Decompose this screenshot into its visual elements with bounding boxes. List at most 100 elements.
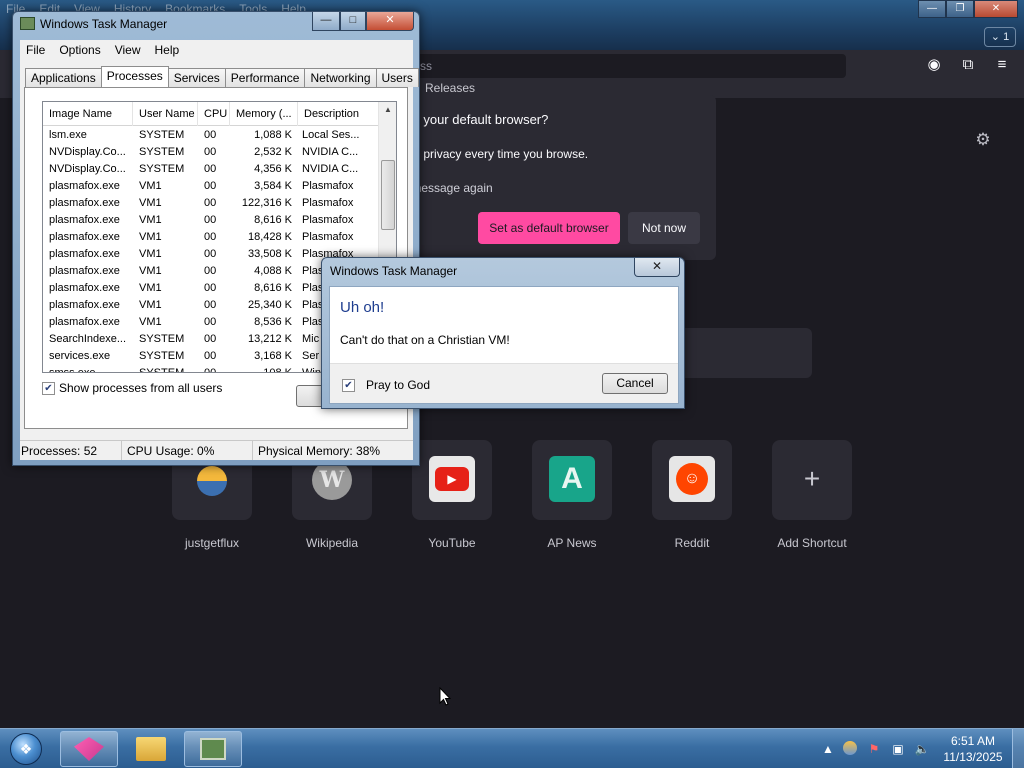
table-row[interactable]: plasmafox.exe VM1 00 122,316 K Plasmafox	[43, 195, 378, 212]
error-dialog: Windows Task Manager ✕ Uh oh! Can't do t…	[321, 257, 685, 409]
close-button[interactable]: ✕	[366, 12, 414, 31]
gear-icon[interactable]: ⚙	[974, 131, 992, 149]
volume-muted-icon[interactable]: 🔈	[914, 741, 930, 757]
cell-user-name: SYSTEM	[139, 350, 185, 362]
extensions-icon[interactable]: ⧉	[959, 56, 977, 74]
menu-file[interactable]: File	[26, 40, 45, 60]
shortcut-youtube[interactable]: ▶ YouTube	[412, 440, 492, 550]
show-hidden-arrow-icon[interactable]: ▲	[820, 741, 836, 757]
cell-user-name: VM1	[139, 299, 162, 311]
taskbar-plasmafox-button[interactable]	[60, 731, 118, 767]
flag-icon[interactable]: ⚑	[866, 741, 882, 757]
task-manager-icon	[200, 738, 226, 760]
cell-description: NVIDIA C...	[302, 163, 359, 175]
show-all-processes-checkbox[interactable]: ✔ Show processes from all users	[42, 381, 222, 395]
tab-list-button[interactable]: ⌄ 1	[984, 27, 1016, 47]
column-memory[interactable]: Memory (...	[230, 102, 298, 126]
column-user-name[interactable]: User Name	[133, 102, 198, 126]
menu-view[interactable]: View	[115, 40, 141, 60]
tab-strip: Applications Processes Services Performa…	[25, 66, 419, 87]
not-now-button[interactable]: Not now	[628, 212, 700, 244]
process-list-header: Image Name User Name CPU Memory (... Des…	[43, 102, 378, 126]
scrollbar-thumb[interactable]	[381, 160, 395, 230]
flux-logo-icon	[197, 466, 227, 496]
table-row[interactable]: plasmafox.exe VM1 00 18,428 K Plasmafox	[43, 229, 378, 246]
dialog-close-button[interactable]: ✕	[634, 258, 680, 277]
column-image-name[interactable]: Image Name	[43, 102, 133, 126]
shortcut-tile[interactable]: A	[532, 440, 612, 520]
tab-performance[interactable]: Performance	[224, 68, 306, 87]
taskbar: ❖ ▲ ⚑ ▣ 🔈 6:51 AM 11/13/2025	[0, 728, 1024, 768]
table-row[interactable]: plasmafox.exe VM1 00 3,584 K Plasmafox	[43, 178, 378, 195]
cell-user-name: VM1	[139, 316, 162, 328]
table-row[interactable]: NVDisplay.Co... SYSTEM 00 4,356 K NVIDIA C..…	[43, 161, 378, 178]
dialog-heading: Uh oh!	[340, 299, 385, 316]
cancel-button[interactable]: Cancel	[602, 373, 668, 394]
clock-time: 6:51 AM	[950, 734, 996, 748]
cell-memory: 1,088 K	[254, 129, 292, 141]
scroll-up-arrow-icon[interactable]: ▲	[379, 102, 396, 118]
table-row[interactable]: NVDisplay.Co... SYSTEM 00 2,532 K NVIDIA C..…	[43, 144, 378, 161]
show-desktop-button[interactable]	[1012, 729, 1024, 768]
taskbar-explorer-button[interactable]	[122, 731, 180, 767]
taskbar-task-manager-button[interactable]	[184, 731, 242, 767]
shortcut-add[interactable]: + Add Shortcut	[772, 440, 852, 550]
shortcut-label: Reddit	[674, 536, 710, 550]
tab-applications[interactable]: Applications	[25, 68, 102, 87]
hamburger-menu-icon[interactable]: ≡	[993, 56, 1011, 74]
menu-options[interactable]: Options	[59, 40, 100, 60]
set-default-browser-button[interactable]: Set as default browser	[478, 212, 620, 244]
shortcut-apnews[interactable]: A AP News	[532, 440, 612, 550]
dialog-content: Uh oh! Can't do that on a Christian VM! …	[329, 286, 679, 404]
cell-cpu: 00	[204, 231, 217, 243]
menu-help[interactable]: Help	[155, 40, 180, 60]
cell-user-name: VM1	[139, 180, 162, 192]
account-icon[interactable]: ◉	[925, 56, 943, 74]
cell-image-name: plasmafox.exe	[49, 197, 120, 209]
start-button[interactable]: ❖	[6, 731, 46, 767]
task-manager-menubar: File Options View Help	[20, 40, 413, 60]
clock[interactable]: 6:51 AM 11/13/2025	[940, 733, 1006, 765]
cell-image-name: plasmafox.exe	[49, 231, 120, 243]
mouse-cursor-icon	[439, 687, 451, 706]
shortcut-tile[interactable]: +	[772, 440, 852, 520]
shortcut-tile[interactable]: ☺	[652, 440, 732, 520]
checkbox[interactable]: ✔	[342, 378, 355, 392]
cell-image-name: smss.exe	[49, 367, 96, 373]
cell-cpu: 00	[204, 265, 217, 277]
cell-user-name: VM1	[139, 231, 162, 243]
browser-close-button[interactable]: ✕	[974, 0, 1018, 18]
apnews-logo-icon: A	[549, 456, 595, 502]
tab-count: 1	[1003, 31, 1010, 43]
minimize-button[interactable]: —	[312, 12, 340, 31]
tab-processes[interactable]: Processes	[100, 66, 169, 87]
column-cpu[interactable]: CPU	[198, 102, 230, 126]
cell-description: NVIDIA C...	[302, 146, 359, 158]
table-row[interactable]: lsm.exe SYSTEM 00 1,088 K Local Ses...	[43, 127, 378, 144]
pray-to-god-checkbox[interactable]: ✔ Pray to God	[342, 378, 430, 392]
cell-cpu: 00	[204, 197, 217, 209]
shortcut-tile[interactable]: ▶	[412, 440, 492, 520]
status-cpu-usage: CPU Usage: 0%	[122, 441, 253, 460]
bookmark-releases[interactable]: Releases	[425, 81, 475, 95]
tab-users[interactable]: Users	[375, 68, 419, 87]
cell-user-name: VM1	[139, 248, 162, 260]
maximize-button[interactable]: □	[340, 12, 366, 31]
cell-cpu: 00	[204, 248, 217, 260]
cell-cpu: 00	[204, 129, 217, 141]
cell-image-name: plasmafox.exe	[49, 248, 120, 260]
tab-networking[interactable]: Networking	[304, 68, 377, 87]
table-row[interactable]: plasmafox.exe VM1 00 8,616 K Plasmafox	[43, 212, 378, 229]
shortcut-reddit[interactable]: ☺ Reddit	[652, 440, 732, 550]
cell-image-name: services.exe	[49, 350, 111, 362]
cell-image-name: plasmafox.exe	[49, 214, 120, 226]
network-icon[interactable]: ▣	[890, 741, 906, 757]
tab-services[interactable]: Services	[167, 68, 226, 87]
checkbox[interactable]: ✔	[42, 381, 55, 395]
weather-icon[interactable]	[843, 741, 859, 757]
cell-image-name: plasmafox.exe	[49, 180, 120, 192]
browser-minimize-button[interactable]: —	[918, 0, 946, 18]
cell-description: Plasmafox	[302, 231, 354, 243]
column-description[interactable]: Description	[298, 102, 378, 126]
browser-restore-button[interactable]: ❐	[946, 0, 974, 18]
